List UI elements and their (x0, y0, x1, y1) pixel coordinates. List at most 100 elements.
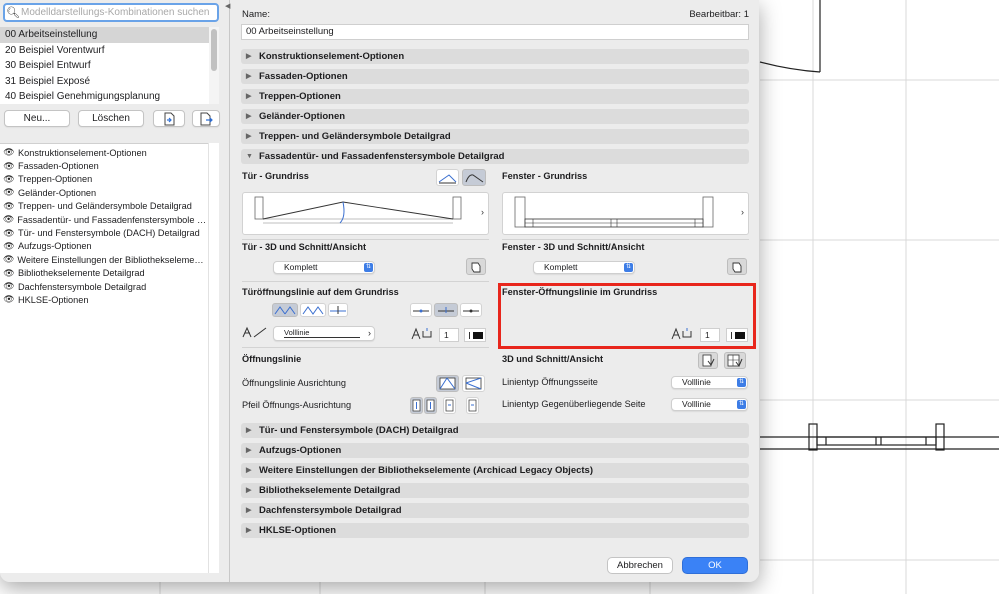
name-field[interactable]: 00 Arbeitseinstellung (241, 24, 749, 40)
door-pen-color-field[interactable] (464, 328, 486, 342)
option-list-scrollbar[interactable] (208, 143, 219, 573)
opening-direction-option-1[interactable] (410, 303, 432, 317)
section-dach-door-window-symbols[interactable]: ▶ Tür- und Fenstersymbole (DACH) Detailgr… (241, 423, 749, 438)
eye-icon[interactable]: 👁︎ (0, 254, 17, 265)
disclosure-right-icon: ▶ (246, 73, 252, 80)
list-item[interactable]: 30 Beispiel Entwurf (0, 58, 219, 74)
import-button[interactable] (153, 110, 185, 127)
section-view-icon (702, 354, 715, 367)
list-item[interactable]: 👁︎ Aufzugs-Optionen (0, 240, 208, 253)
window-3d-settings-button[interactable] (727, 258, 747, 275)
door-3d-select[interactable]: Komplett ⇅ (273, 261, 375, 274)
door-swing-arc-button[interactable] (462, 169, 486, 186)
eye-icon[interactable]: 👁︎ (0, 147, 18, 158)
search-input[interactable] (21, 7, 211, 18)
list-item[interactable]: 👁︎ Weitere Einstellungen der Bibliothekse… (0, 253, 208, 266)
hand-pointer-icon (471, 262, 481, 273)
eye-icon[interactable]: 👁︎ (0, 187, 18, 198)
door-floorplan-preview[interactable]: › (242, 192, 489, 235)
export-button[interactable] (192, 110, 220, 127)
export-icon (200, 112, 213, 126)
search-field[interactable]: 🔍︎ (3, 3, 219, 22)
disclosure-right-icon: ▶ (246, 467, 252, 474)
section-roof-window-symbols[interactable]: ▶ Dachfenstersymbole Detailgrad (241, 503, 749, 518)
list-item[interactable]: 👁︎ Treppen- und Geländersymbole Detailgra… (0, 200, 208, 213)
eye-icon[interactable]: 👁︎ (0, 228, 18, 239)
opening-line-option-1[interactable] (272, 303, 298, 317)
list-item[interactable]: 👁︎ Fassadentür- und Fassadenfenstersymbol… (0, 213, 208, 226)
highlight-annotation (498, 283, 756, 349)
arrow-option-2[interactable] (424, 397, 437, 414)
ok-button[interactable]: OK (682, 557, 748, 574)
list-item[interactable]: 👁︎ Bibliothekselemente Detailgrad (0, 267, 208, 280)
door-swing-simple-button[interactable] (436, 169, 459, 186)
disclosure-right-icon: ▶ (246, 93, 252, 100)
list-item[interactable]: 00 Arbeitseinstellung (0, 27, 219, 43)
arrow-option-4[interactable] (466, 397, 479, 414)
window-floorplan-preview[interactable]: › (502, 192, 749, 235)
linetype-opposite-side-select[interactable]: Volllinie ⇅ (671, 398, 748, 411)
cancel-button[interactable]: Abbrechen (607, 557, 673, 574)
eye-icon[interactable]: 👁︎ (0, 174, 18, 185)
divider (242, 347, 489, 348)
name-label: Name: (242, 9, 270, 20)
list-item[interactable]: 31 Beispiel Exposé (0, 74, 219, 90)
door-3d-settings-button[interactable] (466, 258, 486, 275)
alignment-option-2[interactable] (462, 375, 485, 392)
arrow-option-3[interactable] (443, 397, 456, 414)
window-3d-title: Fenster - 3D und Schnitt/Ansicht (502, 242, 645, 252)
section-library-detail-level[interactable]: ▶ Bibliothekselemente Detailgrad (241, 483, 749, 498)
opening-line-option-2[interactable] (300, 303, 326, 317)
section-library-legacy-settings[interactable]: ▶ Weitere Einstellungen der Bibliotheksel… (241, 463, 749, 478)
list-item[interactable]: 40 Beispiel Genehmigungsplanung (0, 89, 219, 104)
import-icon (164, 112, 175, 126)
delete-button[interactable]: Löschen (78, 110, 144, 127)
collapse-left-icon[interactable]: ◀ (225, 2, 230, 10)
eye-icon[interactable]: 👁︎ (0, 268, 18, 279)
door-symbol-preview (254, 196, 462, 224)
window-symbol-preview (514, 196, 714, 228)
list-item[interactable]: 👁︎ Fassaden-Optionen (0, 159, 208, 172)
eye-icon[interactable]: 👁︎ (0, 294, 18, 305)
section-3d-option-2[interactable] (724, 352, 746, 369)
section-curtain-door-window-symbols[interactable]: ▼ Fassadentür- und Fassadenfenstersymbole… (241, 149, 749, 164)
eye-icon[interactable]: 👁︎ (0, 241, 18, 252)
list-item[interactable]: 👁︎ Konstruktionselement-Optionen (0, 146, 208, 159)
eye-icon[interactable]: 👁︎ (0, 281, 18, 292)
door-line-type-select[interactable]: Volllinie › (273, 326, 375, 341)
door-pen-number-field[interactable]: 1 (439, 328, 459, 342)
list-item[interactable]: 👁︎ HKLSE-Optionen (0, 293, 208, 306)
section-stair-options[interactable]: ▶ Treppen-Optionen (241, 89, 749, 104)
arrow-icon (412, 399, 421, 412)
section-construction-options[interactable]: ▶ Konstruktionselement-Optionen (241, 49, 749, 64)
divider (242, 281, 489, 282)
list-item[interactable]: 👁︎ Dachfenstersymbole Detailgrad (0, 280, 208, 293)
list-item[interactable]: 20 Beispiel Vorentwurf (0, 43, 219, 59)
section-stair-railing-symbols[interactable]: ▶ Treppen- und Geländersymbole Detailgrad (241, 129, 749, 144)
window-3d-select[interactable]: Komplett ⇅ (533, 261, 635, 274)
section-3d-option-1[interactable] (698, 352, 718, 369)
opening-direction-option-3[interactable] (460, 303, 482, 317)
opening-symbol-icon (330, 306, 346, 314)
linetype-opening-side-select[interactable]: Volllinie ⇅ (671, 376, 748, 389)
section-elevator-options[interactable]: ▶ Aufzugs-Optionen (241, 443, 749, 458)
eye-icon[interactable]: 👁︎ (0, 214, 17, 225)
alignment-option-1[interactable] (436, 375, 459, 392)
new-button[interactable]: Neu... (4, 110, 70, 127)
section-mep-options[interactable]: ▶ HKLSE-Optionen (241, 523, 749, 538)
section-curtain-wall-options[interactable]: ▶ Fassaden-Optionen (241, 69, 749, 84)
list-item[interactable]: 👁︎ Geländer-Optionen (0, 186, 208, 199)
opening-direction-option-2[interactable] (434, 303, 458, 317)
list-item[interactable]: 👁︎ Tür- und Fenstersymbole (DACH) Detailg… (0, 226, 208, 239)
combination-scrollbar[interactable] (209, 27, 219, 104)
eye-icon[interactable]: 👁︎ (0, 161, 18, 172)
arrow-option-1[interactable] (410, 397, 423, 414)
eye-icon[interactable]: 👁︎ (0, 201, 18, 212)
chevron-updown-icon: ⇅ (624, 263, 633, 272)
arrow-icon (426, 399, 435, 412)
list-item[interactable]: 👁︎ Treppen-Optionen (0, 173, 208, 186)
scrollbar-thumb[interactable] (211, 29, 217, 71)
opening-line-alignment-label: Öffnungslinie Ausrichtung (242, 378, 347, 388)
section-railing-options[interactable]: ▶ Geländer-Optionen (241, 109, 749, 124)
opening-line-option-3[interactable] (328, 303, 348, 317)
